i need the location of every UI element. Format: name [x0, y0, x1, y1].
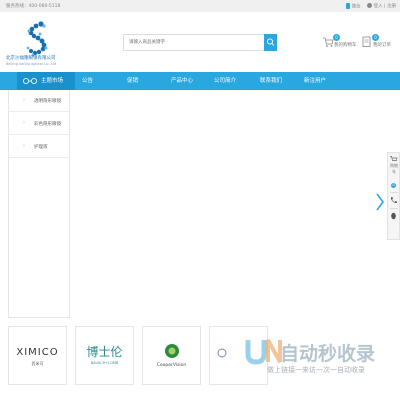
cart-label: 我的购物车	[334, 43, 357, 48]
nav-register[interactable]: 新注用户	[304, 72, 326, 90]
nav-theme-market-label: 主题市场	[41, 78, 64, 84]
search-input[interactable]	[124, 35, 264, 50]
coopervision-logo-icon	[165, 344, 179, 358]
glasses-icon	[23, 78, 37, 84]
brand-subtitle: BAUSCH+LOMB	[90, 361, 119, 365]
orders-link[interactable]: 0 我的订单	[361, 34, 400, 54]
sidebar-item-color-lenses[interactable]: › 彩色隐形眼镜	[9, 113, 69, 135]
user-icon	[366, 3, 372, 8]
brand-ximico[interactable]: XIMICO 西米可	[8, 326, 67, 385]
floating-cart-label: 购物车	[390, 163, 398, 174]
company-english-name: Beijing Safulo optical Co.,Ltd	[6, 62, 57, 66]
sidebar-item-label: 透明隐形眼镜	[34, 99, 61, 104]
brand-name: CooperVision	[156, 363, 187, 368]
top-links: 微信 登入 | 注册	[345, 2, 396, 10]
brand-name: 博士伦	[86, 345, 123, 359]
chevron-right-icon: ›	[23, 97, 25, 103]
cart-badge: 0	[333, 34, 340, 41]
sidebar-item-label: 彩色隐形眼镜	[34, 122, 61, 127]
wechat-link[interactable]: 微信	[345, 2, 361, 10]
floating-cart-count: 0	[391, 183, 396, 188]
hotline-text: 服务热线：400-080-5118	[6, 4, 61, 9]
floating-toolbar: 购物车 0	[387, 152, 400, 240]
phone-icon	[345, 2, 350, 9]
sidebar-item-label: 护理液	[34, 145, 48, 150]
chevron-right-icon: ›	[23, 120, 25, 126]
order-icon	[362, 36, 371, 47]
brand-bausch-lomb[interactable]: 博士伦 BAUSCH+LOMB	[75, 326, 134, 385]
orders-label: 我的订单	[373, 43, 391, 48]
divider	[390, 208, 398, 209]
divider	[390, 192, 398, 193]
floating-cart-button[interactable]: 购物车 0	[388, 153, 399, 189]
sidebar-item-solution[interactable]: › 护理液	[9, 136, 69, 158]
nav-theme-market[interactable]: 主题市场	[17, 72, 75, 90]
nav-about[interactable]: 公司简介	[214, 72, 236, 90]
cart-icon	[390, 156, 398, 161]
brand-coopervision[interactable]: CooperVision	[142, 326, 201, 385]
register-label[interactable]: 注册	[387, 4, 396, 9]
watermark-logo-icon	[245, 339, 282, 365]
brand-subtitle: 西米可	[31, 361, 44, 366]
search-box	[123, 34, 265, 51]
login-link[interactable]: 登入 | 注册	[366, 3, 396, 9]
nav-products[interactable]: 产品中心	[171, 72, 193, 90]
chevron-right-icon: ›	[23, 143, 25, 149]
nav-contact[interactable]: 联系我们	[260, 72, 282, 90]
search-icon	[266, 38, 275, 46]
sidebar-item-clear-lenses[interactable]: › 透明隐形眼镜	[9, 90, 69, 112]
brand-name: XIMICO	[16, 347, 59, 358]
orders-badge: 0	[372, 34, 379, 41]
search-button[interactable]	[264, 34, 277, 51]
phone-icon[interactable]	[388, 195, 399, 205]
company-name: 北京沙福隆眼镜有限公司	[6, 56, 56, 61]
login-label: 登入	[373, 4, 383, 9]
category-sidebar: › 透明隐形眼镜 › 彩色隐形眼镜 › 护理液	[8, 90, 70, 318]
top-bar: 服务热线：400-080-5118 微信 登入 | 注册	[0, 0, 400, 12]
watermark-title: 自动秒收录	[280, 343, 376, 365]
wechat-label: 微信	[351, 4, 361, 10]
qq-icon[interactable]	[388, 211, 399, 221]
nav-promotion[interactable]: 促销	[127, 72, 138, 90]
main-nav: 主题市场 公告 促销 产品中心 公司简介 联系我们 新注用户	[0, 72, 400, 90]
brand-logo-icon	[217, 348, 227, 358]
nav-announcement[interactable]: 公告	[82, 72, 93, 90]
watermark-subtitle: 做上链接一来访一次一自动收录	[267, 366, 365, 374]
cart-link[interactable]: 0 我的购物车	[322, 34, 362, 54]
next-slide-arrow[interactable]	[375, 192, 385, 212]
